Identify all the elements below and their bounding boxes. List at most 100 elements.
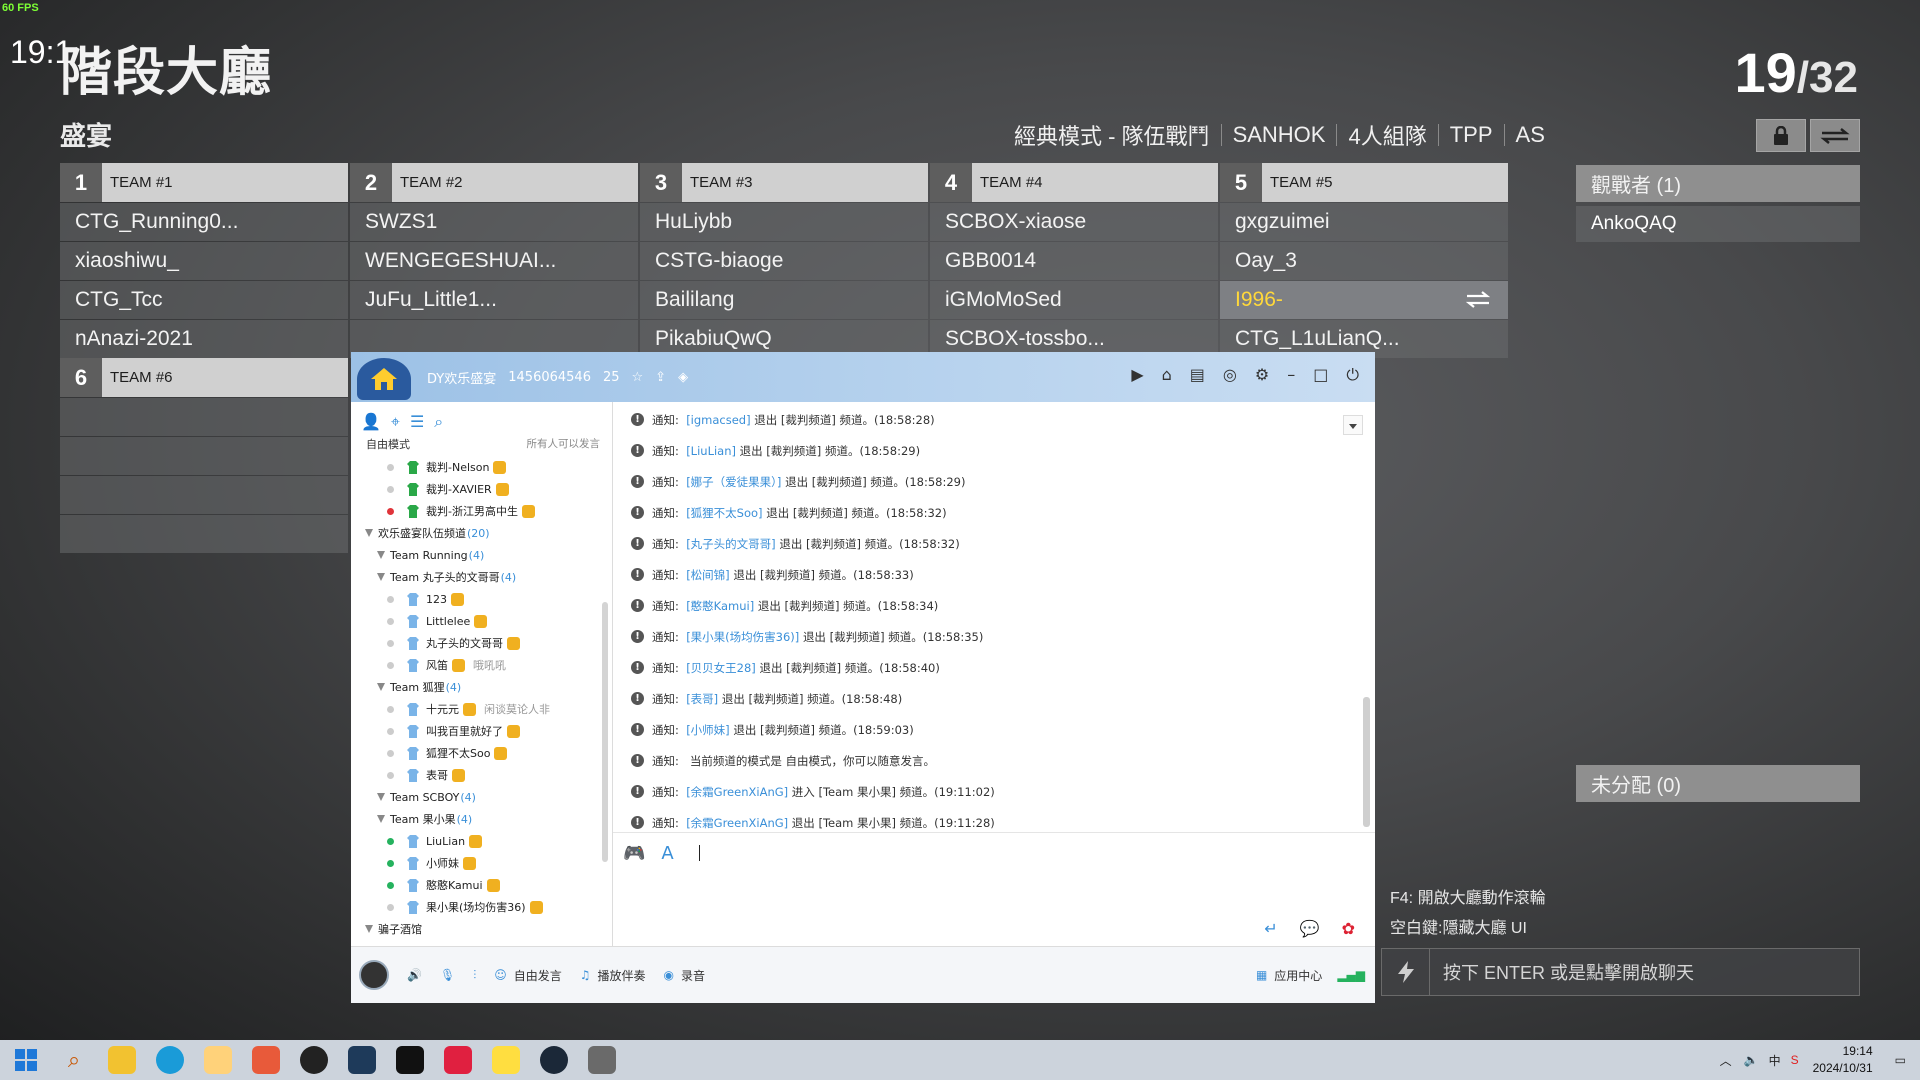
team-slot[interactable]: HuLiybb xyxy=(640,203,928,241)
team-slot[interactable]: nAnazi-2021 xyxy=(60,320,348,358)
minimize-icon[interactable]: – xyxy=(1287,365,1295,385)
team-header[interactable]: 6 TEAM #6 xyxy=(60,358,348,397)
app-icon[interactable] xyxy=(252,1046,280,1074)
antivirus-icon[interactable]: S xyxy=(1791,1053,1799,1067)
lock-button[interactable] xyxy=(1756,119,1806,152)
settings-icon[interactable]: ⚙ xyxy=(1255,365,1269,385)
user-icon[interactable]: 👤 xyxy=(361,412,381,436)
list-icon[interactable]: ☰ xyxy=(410,412,424,436)
team-header[interactable]: 2 TEAM #2 xyxy=(350,163,638,202)
team-slot[interactable]: CTG_Tcc xyxy=(60,281,348,319)
team-slot[interactable]: SWZS1 xyxy=(350,203,638,241)
fold-icon[interactable] xyxy=(365,925,373,933)
speaker-icon[interactable]: 🔊 xyxy=(407,968,422,982)
team-header[interactable]: 3 TEAM #3 xyxy=(640,163,928,202)
gamepad-icon[interactable]: ◎ xyxy=(1223,365,1237,385)
power-icon[interactable]: ⏻ xyxy=(1346,365,1359,385)
fold-icon[interactable] xyxy=(377,683,385,691)
team-slot[interactable]: CSTG-biaoge xyxy=(640,242,928,280)
avatar[interactable] xyxy=(359,960,389,990)
msg-user[interactable]: [余霜GreenXiAnG] xyxy=(686,815,788,831)
tree-node[interactable]: 小师妹 xyxy=(351,852,612,874)
windows-start-icon[interactable] xyxy=(12,1046,40,1074)
team-slot[interactable]: WENGEGESHUAI... xyxy=(350,242,638,280)
flower-icon[interactable]: ✿ xyxy=(1342,919,1355,938)
tree-node[interactable]: 裁判-Nelson xyxy=(351,456,612,478)
tree-node[interactable]: Team 丸子头的文哥哥 (4) xyxy=(351,566,612,588)
msg-user[interactable]: [狐狸不太Soo] xyxy=(686,505,762,521)
translate-icon[interactable]: A xyxy=(661,843,673,864)
tree-node[interactable]: Team SCBOY (4) xyxy=(351,786,612,808)
yy-input-area[interactable]: 🎮 A ↵ 💬 ✿ xyxy=(613,832,1375,946)
board-icon[interactable]: ▤ xyxy=(1190,365,1205,385)
yy-home-logo-icon[interactable] xyxy=(357,358,411,400)
team-slot[interactable] xyxy=(60,437,348,475)
chat-bubble-icon[interactable]: 💬 xyxy=(1300,919,1320,938)
netease-music-icon[interactable] xyxy=(444,1046,472,1074)
tree-node[interactable]: 骗子酒馆 xyxy=(351,918,612,940)
tree-node[interactable]: 风笛 哦吼吼 xyxy=(351,654,612,676)
team-slot[interactable]: JuFu_Little1... xyxy=(350,281,638,319)
ime-icon[interactable]: 中 xyxy=(1769,1052,1781,1069)
tree-node[interactable]: 果小果(场均伤害36) xyxy=(351,896,612,918)
wechat-icon[interactable] xyxy=(204,1046,232,1074)
shield-icon[interactable]: ◈ xyxy=(678,370,688,385)
star-icon[interactable]: ☆ xyxy=(632,370,644,385)
msg-user[interactable]: [丸子头的文哥哥] xyxy=(686,536,775,552)
lobby-chat-bar[interactable]: 按下 ENTER 或是點擊開啟聊天 xyxy=(1381,948,1860,996)
app-center-button[interactable]: ▦ 应用中心 ▂▄▆ xyxy=(1256,967,1365,984)
fold-icon[interactable] xyxy=(377,551,385,559)
team-slot[interactable] xyxy=(60,515,348,553)
edge-icon[interactable] xyxy=(156,1046,184,1074)
team-slot[interactable] xyxy=(60,476,348,514)
team-slot[interactable]: SCBOX-xiaose xyxy=(930,203,1218,241)
record-button[interactable]: ◉ 录音 xyxy=(664,967,706,984)
app-icon[interactable] xyxy=(300,1046,328,1074)
tray-clock[interactable]: 19:14 2024/10/31 xyxy=(1813,1043,1873,1077)
steam-icon[interactable] xyxy=(540,1046,568,1074)
team-slot[interactable]: Baililang xyxy=(640,281,928,319)
msg-user[interactable]: [表哥] xyxy=(686,691,718,707)
folder-icon[interactable] xyxy=(108,1046,136,1074)
terminal-icon[interactable] xyxy=(396,1046,424,1074)
free-speak-button[interactable]: ☺ 自由发言 xyxy=(494,967,562,984)
fold-icon[interactable] xyxy=(377,815,385,823)
share-icon[interactable]: ⇪ xyxy=(655,370,666,385)
tree-node[interactable]: LiuLian xyxy=(351,830,612,852)
team-header[interactable]: 1 TEAM #1 xyxy=(60,163,348,202)
tree-node[interactable]: 表哥 xyxy=(351,764,612,786)
video-icon[interactable]: ▶ xyxy=(1131,365,1143,385)
msg-user[interactable]: [LiuLian] xyxy=(686,444,736,458)
msg-user[interactable]: [松间锦] xyxy=(686,567,729,583)
yy-tree-scrollbar[interactable] xyxy=(602,602,608,862)
msg-user[interactable]: [憨憨Kamui] xyxy=(686,598,754,614)
tree-node[interactable]: 裁判-XAVIER xyxy=(351,478,612,500)
scroll-down-icon[interactable] xyxy=(1343,415,1363,435)
pubg-icon[interactable] xyxy=(588,1046,616,1074)
tree-node[interactable]: 憨憨Kamui xyxy=(351,874,612,896)
msg-user[interactable]: [小师妹] xyxy=(686,722,729,738)
tree-node[interactable]: Littlelee xyxy=(351,610,612,632)
team-slot[interactable]: Oay_3 xyxy=(1220,242,1508,280)
team-slot[interactable]: gxgzuimei xyxy=(1220,203,1508,241)
tree-node[interactable]: 123 xyxy=(351,588,612,610)
fold-icon[interactable] xyxy=(377,573,385,581)
team-slot[interactable] xyxy=(60,398,348,436)
msg-user[interactable]: [贝贝女王28] xyxy=(686,660,756,676)
tree-node[interactable]: 狐狸不太Soo xyxy=(351,742,612,764)
msg-user[interactable]: [igmacsed] xyxy=(686,413,750,427)
msg-user[interactable]: [余霜GreenXiAnG] xyxy=(686,784,788,800)
fold-icon[interactable] xyxy=(365,529,373,537)
tree-node[interactable]: Team 果小果 (4) xyxy=(351,808,612,830)
location-icon[interactable]: ⌖ xyxy=(391,412,400,436)
home-icon[interactable]: ⌂ xyxy=(1162,365,1172,385)
msg-user[interactable]: [果小果(场均伤害36)] xyxy=(686,629,799,645)
swap-icon[interactable] xyxy=(1466,290,1490,310)
team-slot-self[interactable]: I996- xyxy=(1220,281,1508,319)
search-icon[interactable]: ⌕ xyxy=(60,1046,88,1074)
team-header[interactable]: 4 TEAM #4 xyxy=(930,163,1218,202)
spectators-header[interactable]: 觀戰者 (1) xyxy=(1576,165,1860,202)
tree-node[interactable]: Team 狐狸 (4) xyxy=(351,676,612,698)
mixer-icon[interactable]: ⫶ xyxy=(473,968,476,983)
tree-node[interactable]: 十元元 闲谈莫论人非 xyxy=(351,698,612,720)
